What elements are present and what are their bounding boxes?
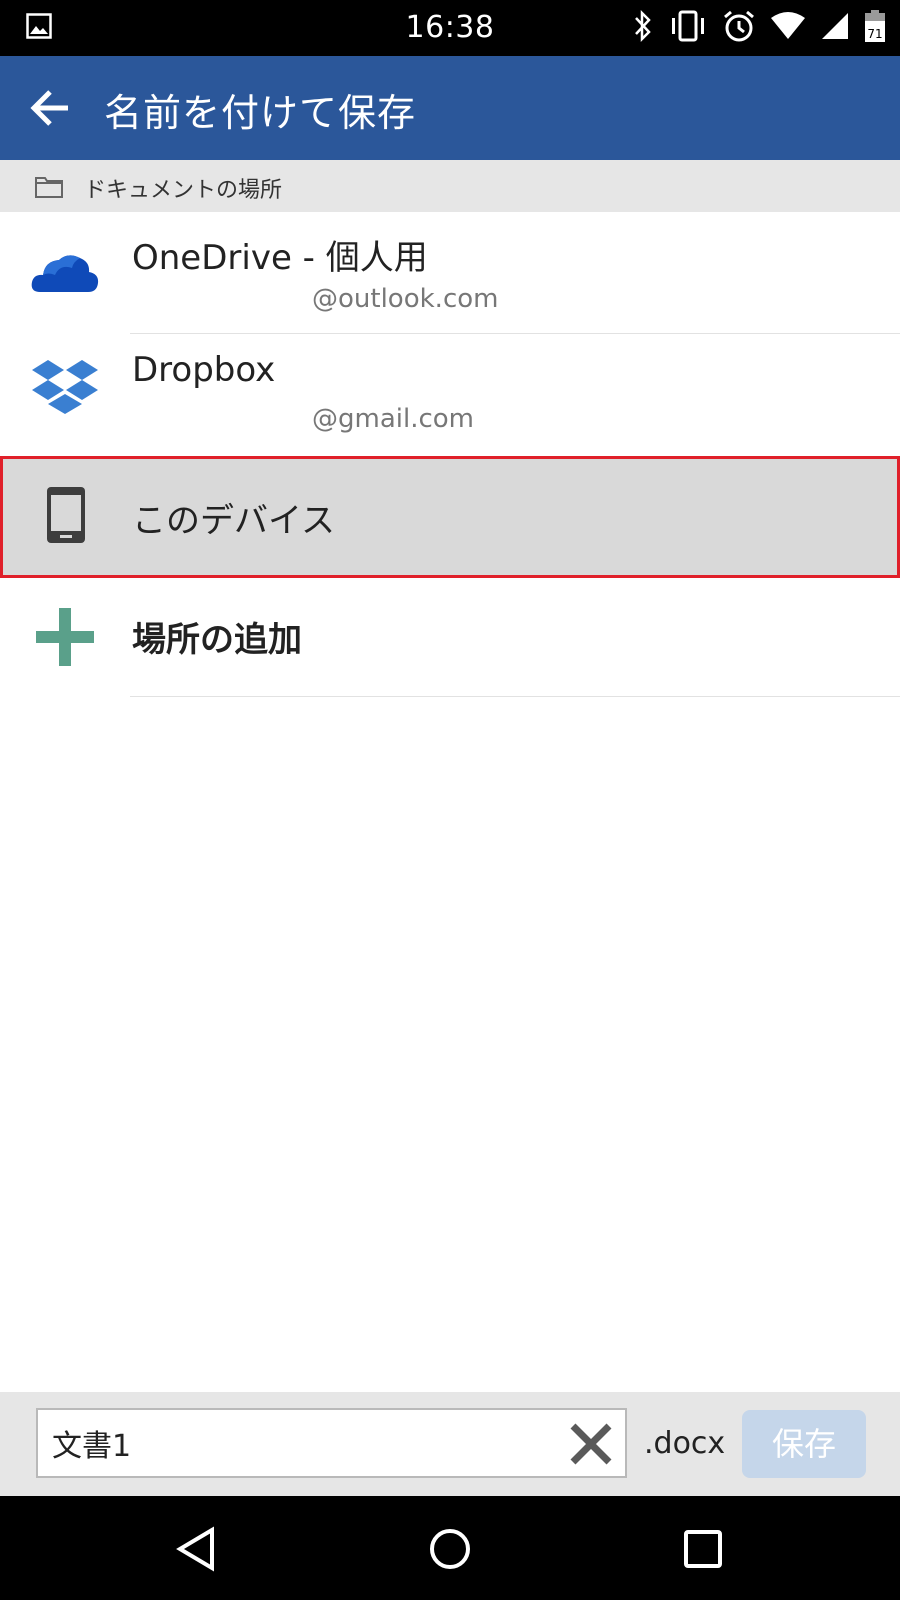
phone-icon: [45, 485, 87, 549]
location-item-this-device[interactable]: このデバイス: [0, 456, 900, 578]
location-name: このデバイス: [132, 501, 335, 541]
bluetooth-icon: [632, 9, 654, 47]
navigation-bar: [0, 1496, 900, 1600]
filename-field-box: [36, 1408, 627, 1478]
signal-icon: [820, 11, 850, 45]
battery-level-label: 71: [867, 27, 882, 41]
save-button[interactable]: 保存: [742, 1410, 866, 1478]
divider: [130, 696, 900, 697]
plus-icon: [36, 608, 94, 670]
location-name: OneDrive - 個人用: [132, 238, 428, 278]
location-account: @gmail.com: [312, 404, 475, 434]
location-item-dropbox[interactable]: Dropbox @gmail.com: [0, 334, 900, 454]
app-bar: 名前を付けて保存: [0, 56, 900, 160]
back-arrow-icon[interactable]: [28, 86, 76, 130]
filename-panel: .docx 保存: [0, 1392, 900, 1496]
clear-icon[interactable]: [567, 1420, 615, 1468]
page-title: 名前を付けて保存: [104, 91, 417, 135]
vibrate-icon: [668, 9, 708, 47]
recents-nav-icon[interactable]: [678, 1524, 728, 1574]
battery-icon: 71: [864, 9, 886, 47]
location-item-onedrive[interactable]: OneDrive - 個人用 @outlook.com: [0, 212, 900, 332]
location-name: Dropbox: [132, 350, 276, 390]
home-nav-icon[interactable]: [425, 1524, 475, 1574]
file-extension: .docx: [644, 1426, 726, 1461]
filename-input[interactable]: [52, 1418, 552, 1468]
onedrive-icon: [30, 250, 100, 300]
location-account: @outlook.com: [312, 284, 499, 314]
section-label: ドキュメントの場所: [84, 178, 283, 203]
location-name: 場所の追加: [132, 620, 302, 660]
status-bar: 16:38 71: [0, 0, 900, 56]
wifi-icon: [770, 11, 806, 45]
alarm-icon: [722, 9, 756, 47]
dropbox-icon: [30, 358, 100, 426]
location-item-add-place[interactable]: 場所の追加: [0, 578, 900, 696]
back-nav-icon[interactable]: [172, 1524, 222, 1574]
section-header: ドキュメントの場所: [0, 160, 900, 212]
folder-icon: [34, 172, 64, 204]
